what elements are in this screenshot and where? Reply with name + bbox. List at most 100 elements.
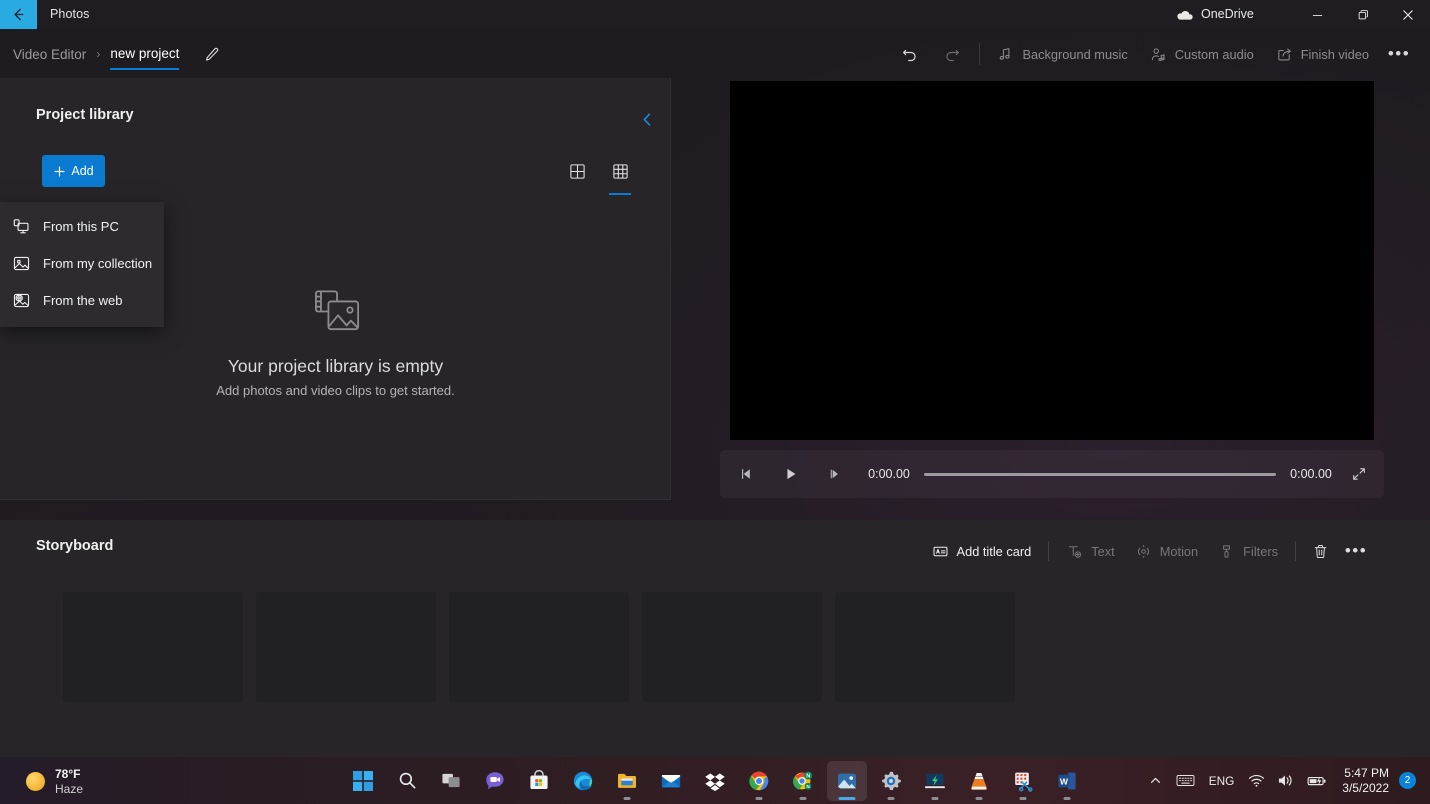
add-media-button[interactable]: Add [42, 155, 105, 187]
chrome-n-icon: N N [793, 771, 813, 790]
menu-item-from-this-pc[interactable]: From this PC [0, 208, 164, 245]
taskbar-chrome-button[interactable] [739, 761, 779, 801]
battery-button[interactable] [1301, 763, 1334, 799]
taskbar-task-view-button[interactable] [431, 761, 471, 801]
storyboard-overflow-button[interactable]: ••• [1337, 535, 1375, 567]
video-preview-surface[interactable] [730, 81, 1374, 440]
taskbar-chat-button[interactable] [475, 761, 515, 801]
picture-icon [13, 256, 30, 271]
taskbar-search-button[interactable] [387, 761, 427, 801]
breadcrumb: Video Editor › new project [13, 42, 220, 70]
monitor-icon [13, 219, 29, 234]
taskbar-edge-button[interactable] [563, 761, 603, 801]
previous-frame-button[interactable] [730, 457, 764, 491]
clock-date: 3/5/2022 [1342, 780, 1389, 795]
storyboard-card[interactable] [449, 592, 629, 702]
tray-overflow-button[interactable] [1142, 763, 1170, 799]
custom-audio-button[interactable]: Custom audio [1139, 37, 1265, 71]
next-frame-button[interactable] [818, 457, 852, 491]
project-library-title: Project library [36, 107, 134, 123]
taskbar-quick-assist-button[interactable] [915, 761, 955, 801]
filters-icon [1223, 544, 1231, 558]
playback-scrubber[interactable] [924, 466, 1276, 482]
taskbar-chrome-notion-button[interactable]: N N [783, 761, 823, 801]
delete-button[interactable] [1303, 535, 1337, 567]
wifi-button[interactable] [1242, 763, 1271, 799]
redo-button[interactable] [931, 37, 973, 71]
filters-button[interactable]: Filters [1208, 535, 1288, 567]
undo-button[interactable] [889, 37, 931, 71]
storyboard-card[interactable] [835, 592, 1015, 702]
background-music-button[interactable]: Background music [986, 37, 1138, 71]
chat-icon [486, 771, 504, 789]
total-time-label: 0:00.00 [1290, 467, 1332, 481]
collapse-library-button[interactable] [634, 106, 660, 132]
storyboard-card[interactable] [63, 592, 243, 702]
text-label: Text [1091, 543, 1115, 559]
system-tray: ENG 5:47 PM 3/5/2022 2 [1142, 757, 1422, 804]
view-small-grid-button[interactable] [605, 156, 635, 195]
taskbar-weather-widget[interactable]: 78°F Haze [18, 764, 91, 799]
command-divider [979, 43, 981, 65]
onedrive-status[interactable]: OneDrive [1175, 7, 1254, 21]
mail-icon [661, 774, 681, 787]
touch-keyboard-button[interactable] [1170, 763, 1201, 799]
store-icon [530, 769, 548, 789]
menu-label-from-the-web: From the web [43, 293, 123, 308]
command-bar-actions: Background music Custom audio Finish vid… [889, 30, 1418, 78]
video-preview-pane: 0:00.00 0:00.00 [671, 78, 1430, 500]
taskbar-clock[interactable]: 5:47 PM 3/5/2022 [1334, 766, 1399, 796]
fullscreen-button[interactable] [1342, 457, 1376, 491]
minimize-button[interactable] [1295, 0, 1340, 30]
language-indicator[interactable]: ENG [1201, 763, 1243, 799]
menu-item-from-my-collection[interactable]: From my collection [0, 245, 164, 282]
filters-label: Filters [1243, 543, 1278, 559]
motion-button[interactable]: Motion [1125, 535, 1208, 567]
title-card-icon [933, 546, 948, 556]
battery-charging-icon [1307, 776, 1326, 785]
add-media-menu: From this PC From my collection From the… [0, 202, 164, 327]
breadcrumb-project-name[interactable]: new project [110, 46, 180, 70]
taskbar-microsoft-store-button[interactable] [519, 761, 559, 801]
close-button[interactable] [1385, 0, 1430, 30]
onedrive-label: OneDrive [1201, 7, 1254, 21]
svg-text:N: N [806, 773, 810, 779]
breadcrumb-video-editor[interactable]: Video Editor [13, 47, 86, 62]
menu-item-from-the-web[interactable]: From the web [0, 282, 164, 319]
chevron-left-icon [643, 113, 650, 125]
windows-logo-icon [353, 770, 373, 791]
taskbar-file-explorer-button[interactable] [607, 761, 647, 801]
finish-video-button[interactable]: Finish video [1265, 37, 1380, 71]
notification-badge[interactable]: 2 [1399, 772, 1416, 789]
settings-gear-icon [882, 771, 901, 790]
taskbar-vlc-button[interactable] [959, 761, 999, 801]
text-button[interactable]: Text [1056, 535, 1124, 567]
taskbar-mail-button[interactable] [651, 761, 691, 801]
expand-icon [1353, 468, 1365, 480]
command-overflow-button[interactable]: ••• [1380, 37, 1418, 71]
play-button[interactable] [774, 457, 808, 491]
storyboard-card[interactable] [256, 592, 436, 702]
view-large-grid-button[interactable] [562, 156, 592, 186]
snipping-tool-icon [1015, 772, 1033, 792]
back-button[interactable] [0, 0, 37, 29]
plus-icon [54, 165, 65, 177]
storyboard-title: Storyboard [36, 538, 114, 554]
taskbar-photos-button[interactable] [827, 760, 867, 801]
taskbar-settings-button[interactable] [871, 761, 911, 801]
taskbar-dropbox-button[interactable] [695, 761, 735, 801]
rename-project-button[interactable] [203, 46, 220, 63]
edge-icon [573, 771, 593, 790]
breadcrumb-separator-icon: › [96, 47, 101, 61]
search-icon [399, 772, 415, 789]
add-title-card-button[interactable]: Add title card [922, 535, 1042, 567]
library-view-toggles [562, 156, 635, 195]
weather-condition: Haze [55, 781, 84, 796]
maximize-button[interactable] [1340, 0, 1385, 30]
command-bar: Video Editor › new project Background mu… [0, 30, 1430, 78]
taskbar-start-button[interactable] [343, 761, 383, 801]
volume-button[interactable] [1271, 763, 1301, 799]
taskbar-snipping-tool-button[interactable] [1003, 761, 1043, 801]
taskbar-word-button[interactable]: W [1047, 761, 1087, 801]
storyboard-card[interactable] [642, 592, 822, 702]
